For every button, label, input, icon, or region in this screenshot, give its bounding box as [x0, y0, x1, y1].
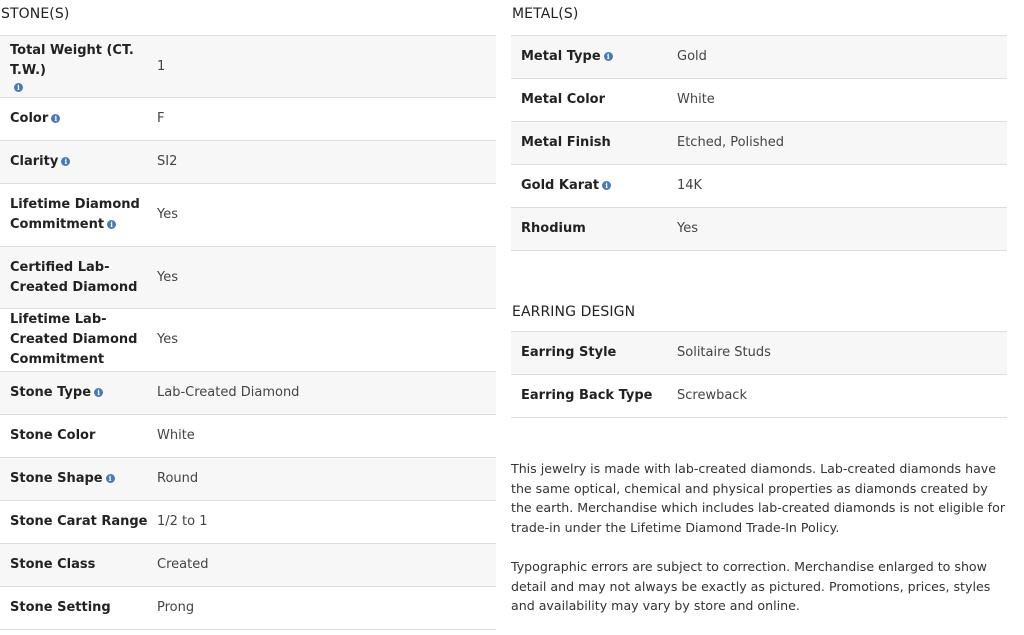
spec-label: Metal Finish [521, 135, 611, 150]
table-row: Stone Carat Range 1/2 to 1 [0, 501, 496, 544]
info-icon[interactable]: i [61, 157, 71, 166]
spec-label: Stone Class [10, 557, 96, 572]
spec-label: Stone Type i [0, 372, 157, 415]
spec-value: White [157, 428, 195, 443]
metals-table: Metal Type i Gold Metal Color White Metal… [511, 35, 1007, 251]
spec-label: Lifetime Diamond Commitment i [0, 184, 157, 247]
spec-label-text: Color [10, 111, 49, 126]
spec-label: Rhodium [521, 221, 586, 236]
spec-label-text: Metal Type [521, 49, 601, 64]
spec-value: 1/2 to 1 [157, 514, 208, 529]
earring-design-title: EARRING DESIGN [512, 304, 636, 320]
info-icon[interactable]: i [94, 388, 104, 397]
info-icon[interactable]: i [51, 114, 61, 123]
metals-section: METAL(S) Metal Type i Gold Metal Color Wh… [511, 0, 1007, 616]
spec-label: Lifetime Lab-Created Diamond Commitment [10, 312, 138, 367]
table-row: Stone Type i Lab-Created Diamond [0, 371, 496, 415]
spec-label: Stone Setting [10, 600, 111, 615]
spec-value: Prong [157, 600, 195, 615]
lab-created-note: This jewelry is made with lab-created di… [511, 461, 1005, 535]
spec-label-text: Stone Shape [10, 471, 103, 486]
typographic-disclaimer: Typographic errors are subject to correc… [511, 559, 991, 613]
spec-value: Yes [157, 269, 178, 285]
info-icon[interactable]: i [105, 474, 115, 483]
table-row: Lifetime Diamond Commitment i Yes [0, 184, 496, 247]
spec-label: Color i [0, 98, 157, 141]
table-row: Clarity i SI2 [0, 140, 496, 184]
table-row: Metal Color White [511, 79, 1007, 122]
table-row: Earring Back Type Screwback [511, 375, 1007, 418]
table-row: Stone Color White [0, 415, 496, 458]
table-row: Stone Class Created [0, 543, 496, 587]
table-row: Metal Finish Etched, Polished [511, 121, 1007, 165]
table-row: Lifetime Lab-Created Diamond Commitment … [0, 309, 496, 372]
spec-label-text: Lifetime Diamond Commitment [10, 197, 140, 232]
stones-section: STONE(S) Total Weight (CT. T.W.) i 1 Col… [0, 0, 496, 630]
table-row: Rhodium Yes [511, 207, 1007, 251]
spec-label: Stone Carat Range [10, 514, 148, 529]
table-row: Metal Type i Gold [511, 35, 1007, 79]
table-row: Color i F [0, 98, 496, 141]
table-row: Total Weight (CT. T.W.) i 1 [0, 35, 496, 98]
stones-table: Total Weight (CT. T.W.) i 1 Color i F Cla… [0, 35, 496, 630]
spec-value: Round [157, 471, 199, 486]
table-row: Earring Style Solitaire Studs [511, 331, 1007, 375]
table-row: Certified Lab-Created Diamond Yes [0, 246, 496, 309]
spec-value: Lab-Created Diamond [157, 385, 300, 400]
spec-label: Total Weight (CT. T.W.) i [0, 36, 157, 98]
spec-value: Etched, Polished [677, 135, 785, 150]
spec-label-text: Gold Karat [521, 178, 600, 193]
earring-design-table: Earring Style Solitaire Studs Earring Ba… [511, 331, 1007, 418]
disclaimer-notes: This jewelry is made with lab-created di… [511, 459, 1007, 616]
table-row: Stone Setting Prong [0, 587, 496, 630]
metals-title: METAL(S) [512, 6, 579, 22]
spec-label: Metal Color [521, 92, 605, 107]
info-icon[interactable]: i [602, 181, 612, 190]
info-icon[interactable]: i [603, 52, 613, 61]
spec-value: 14K [677, 178, 703, 193]
spec-value: Yes [157, 207, 178, 222]
spec-label-text: Stone Type [10, 385, 92, 400]
spec-label: Clarity i [0, 141, 157, 184]
spec-label: Earring Style [521, 345, 617, 360]
spec-value: Yes [677, 221, 698, 236]
table-row: Stone Shape i Round [0, 457, 496, 501]
spec-label: Gold Karat i [511, 165, 677, 208]
spec-value: 1 [157, 58, 166, 74]
table-row: Gold Karat i 14K [511, 165, 1007, 208]
spec-value: Solitaire Studs [677, 345, 771, 360]
spec-value: Yes [157, 332, 178, 347]
info-icon[interactable]: i [14, 83, 23, 92]
spec-label: Stone Color [10, 428, 96, 443]
spec-value: Screwback [677, 388, 747, 403]
spec-value: SI2 [157, 154, 178, 169]
spec-label-text: Clarity [10, 154, 59, 169]
info-icon[interactable]: i [107, 220, 117, 229]
spec-label: Certified Lab-Created Diamond [10, 259, 138, 295]
stones-title: STONE(S) [1, 6, 70, 22]
spec-value: Gold [677, 49, 707, 64]
spec-label-text: Total Weight (CT. T.W.) [10, 43, 134, 78]
spec-value: White [677, 92, 715, 107]
spec-label: Metal Type i [511, 36, 677, 79]
spec-label: Stone Shape i [0, 458, 157, 501]
spec-value: F [157, 111, 165, 126]
spec-label: Earring Back Type [521, 388, 653, 403]
spec-value: Created [157, 557, 209, 572]
